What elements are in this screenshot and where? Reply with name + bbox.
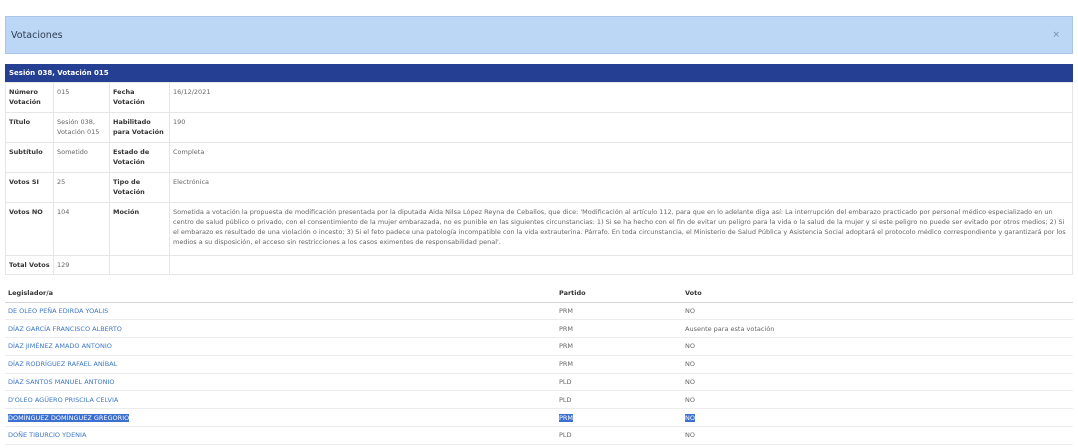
empty-cell	[109, 255, 170, 275]
table-row: DOMÍNGUEZ DOMÍNGUEZ GREGORIO PRM NO	[5, 408, 1073, 428]
party-cell: PRM	[556, 302, 682, 321]
vote-cell: NO	[682, 408, 1073, 428]
legislator-link[interactable]: DÍAZ GARCÍA FRANCISCO ALBERTO	[5, 319, 556, 339]
legislator-link[interactable]: D'OLEO AGÜERO PRISCILA CELVIA	[5, 390, 556, 410]
vote-cell: NO	[682, 337, 1073, 356]
subtitulo-label: Subtítulo	[5, 142, 54, 173]
selected-text: DOMÍNGUEZ DOMÍNGUEZ GREGORIO	[8, 413, 130, 422]
votos-si-value: 25	[53, 172, 110, 203]
fecha-value: 16/12/2021	[169, 82, 1073, 113]
votos-si-label: Votos SI	[5, 172, 54, 203]
party-cell: PLD	[556, 390, 682, 410]
estado-label: Estado de Votación	[109, 142, 170, 173]
empty-cell	[169, 255, 1073, 275]
habilitado-value: 190	[169, 112, 1073, 143]
party-cell: PLD	[556, 373, 682, 392]
legislator-link[interactable]: DÍAZ JIMÉNEZ AMADO ANTONIO	[5, 337, 556, 356]
table-row: DÍAZ SANTOS MANUEL ANTONIO PLD NO	[5, 373, 1073, 392]
total-votos-label: Total Votos	[5, 255, 54, 275]
vote-cell: NO	[682, 355, 1073, 374]
fecha-label: Fecha Votación	[109, 82, 170, 113]
tipo-label: Tipo de Votación	[109, 172, 170, 203]
modal-title: Votaciones	[11, 29, 63, 41]
session-bar: Sesión 038, Votación 015	[5, 64, 1073, 82]
votes-table: Legislador/a Partido Voto DE OLEO PEÑA E…	[5, 284, 1073, 445]
vote-cell: Ausente para esta votación	[682, 319, 1073, 339]
table-row: DOÑE TIBURCIO YDENIA PLD NO	[5, 426, 1073, 445]
mocion-label: Moción	[109, 202, 170, 256]
selected-text: NO	[685, 413, 695, 422]
table-row: DÍAZ RODRÍGUEZ RAFAEL ANÍBAL PRM NO	[5, 355, 1073, 374]
estado-value: Completa	[169, 142, 1073, 173]
numero-value: 015	[53, 82, 110, 113]
votos-no-label: Votos NO	[5, 202, 54, 256]
habilitado-label: Habilitado para Votación	[109, 112, 170, 143]
party-cell: PRM	[556, 337, 682, 356]
header-voto: Voto	[682, 284, 1073, 303]
tipo-value: Electrónica	[169, 172, 1073, 203]
votos-no-value: 104	[53, 202, 110, 256]
vote-cell: NO	[682, 390, 1073, 410]
legislator-link[interactable]: DÍAZ RODRÍGUEZ RAFAEL ANÍBAL	[5, 355, 556, 374]
legislator-link[interactable]: DOMÍNGUEZ DOMÍNGUEZ GREGORIO	[5, 408, 556, 428]
mocion-value: Sometida a votación la propuesta de modi…	[169, 202, 1073, 256]
table-row: D'OLEO AGÜERO PRISCILA CELVIA PLD NO	[5, 390, 1073, 410]
vote-cell: NO	[682, 373, 1073, 392]
legislator-link[interactable]: DÍAZ SANTOS MANUEL ANTONIO	[5, 373, 556, 392]
vote-info-table: Número Votación 015 Fecha Votación 16/12…	[5, 82, 1073, 275]
vote-cell: NO	[682, 302, 1073, 321]
vote-cell: NO	[682, 426, 1073, 445]
subtitulo-value: Sometido	[53, 142, 110, 173]
selected-text: PRM	[559, 413, 574, 422]
header-legislador: Legislador/a	[5, 284, 556, 303]
titulo-value: Sesión 038, Votación 015	[53, 112, 110, 143]
numero-label: Número Votación	[5, 82, 54, 113]
party-cell: PRM	[556, 319, 682, 339]
modal-header: Votaciones ×	[5, 16, 1073, 54]
total-votos-value: 129	[53, 255, 110, 275]
party-cell: PLD	[556, 426, 682, 445]
close-icon[interactable]: ×	[1052, 30, 1060, 40]
table-row: DE OLEO PEÑA EDIRDA YOALIS PRM NO	[5, 302, 1073, 321]
legislator-link[interactable]: DE OLEO PEÑA EDIRDA YOALIS	[5, 302, 556, 321]
table-row: DÍAZ JIMÉNEZ AMADO ANTONIO PRM NO	[5, 337, 1073, 356]
legislator-link[interactable]: DOÑE TIBURCIO YDENIA	[5, 426, 556, 445]
titulo-label: Título	[5, 112, 54, 143]
header-partido: Partido	[556, 284, 682, 303]
party-cell: PRM	[556, 408, 682, 428]
table-row: DÍAZ GARCÍA FRANCISCO ALBERTO PRM Ausent…	[5, 319, 1073, 339]
party-cell: PRM	[556, 355, 682, 374]
